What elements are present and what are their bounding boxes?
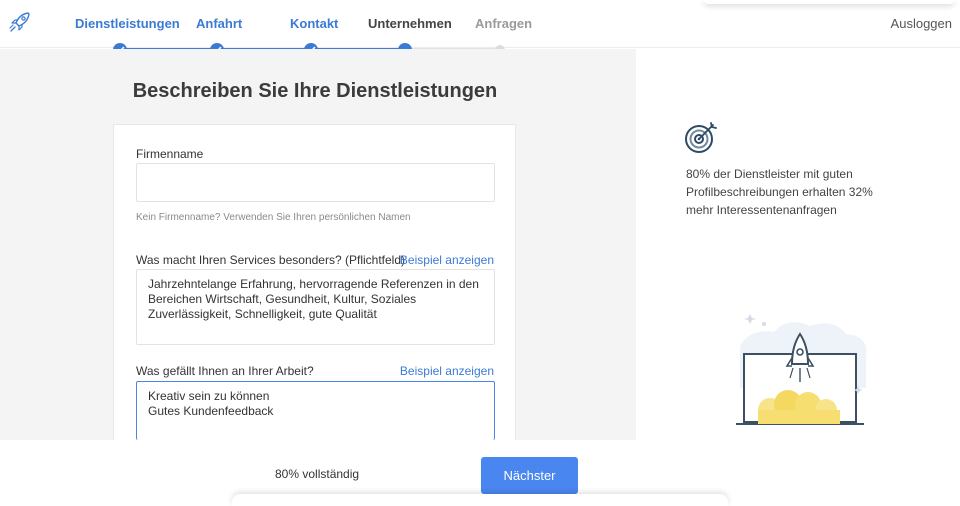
company-name-hint: Kein Firmenname? Verwenden Sie Ihren per… [136, 212, 411, 223]
special-services-textarea[interactable]: Jahrzehntelange Erfahrung, hervorragende… [136, 269, 495, 345]
work-likes-textarea[interactable]: Kreativ sein zu können Gutes Kundenfeedb… [136, 381, 495, 440]
step-unternehmen[interactable]: Unternehmen [368, 16, 452, 31]
work-likes-example-link[interactable]: Beispiel anzeigen [400, 364, 494, 378]
next-button[interactable]: Nächster [481, 457, 578, 494]
completion-status: 80% vollständig [275, 467, 360, 481]
special-services-line: Bereichen Wirtschaft, Gesundheit, Kultur… [148, 292, 417, 306]
step-dienstleistungen[interactable]: Dienstleistungen [75, 16, 180, 31]
step-anfragen: Anfragen [475, 16, 533, 31]
work-likes-line: Kreativ sein zu können [148, 389, 270, 403]
step-anfahrt[interactable]: Anfahrt [196, 16, 242, 31]
dropdown-shadow [704, 0, 954, 4]
target-icon [685, 122, 717, 153]
stat-info-text: 80% der Dienstleister mit guten Profilbe… [686, 167, 873, 217]
special-services-line: Zuverlässigkeit, Schnelligkeit, gute Qua… [148, 307, 377, 321]
work-likes-line: Gutes Kundenfeedback [148, 404, 274, 418]
logout-link[interactable]: Ausloggen [891, 16, 952, 31]
page-title: Beschreiben Sie Ihre Dienstleistungen [132, 80, 498, 102]
rocket-logo-icon[interactable] [8, 10, 32, 34]
special-services-line: Jahrzehntelange Erfahrung, hervorragende… [148, 277, 479, 291]
rocket-launch-illustration [736, 314, 867, 425]
bottom-panel-edge [232, 494, 728, 506]
special-example-link[interactable]: Beispiel anzeigen [400, 253, 494, 267]
company-name-label: Firmenname [136, 147, 204, 161]
special-services-label: Was macht Ihren Services besonders? (Pfl… [136, 253, 405, 267]
work-likes-label: Was gefällt Ihnen an Ihrer Arbeit? [136, 364, 314, 378]
step-kontakt[interactable]: Kontakt [290, 16, 338, 31]
company-name-input[interactable] [136, 163, 495, 202]
